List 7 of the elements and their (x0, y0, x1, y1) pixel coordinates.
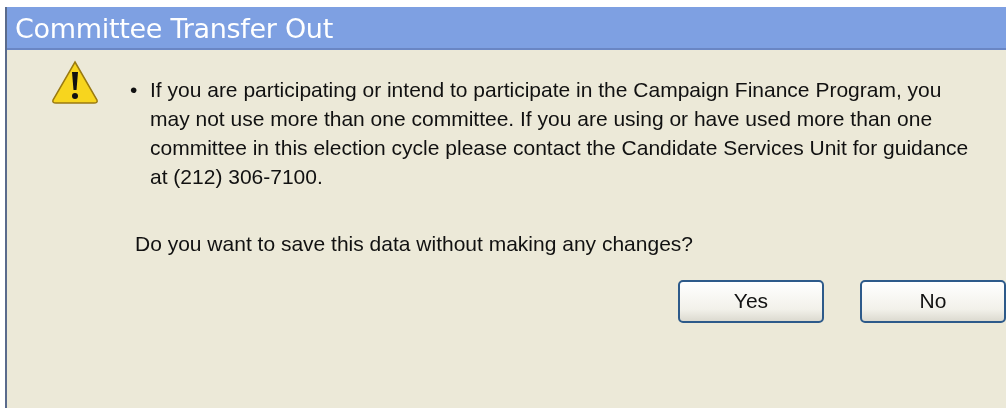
warning-icon (51, 60, 99, 104)
dialog-button[interactable]: Yes (678, 279, 824, 323)
window-title: Committee Transfer Out (7, 7, 1006, 50)
message-text: If you are participating or intend to participate in the Campaign Finance Program, you may not use more than one committee. If you are using or have used more than one committee in this election cycle please contact the Candidate Services Unit for guidance at (212) 306-7100. (150, 77, 970, 190)
bullet: • (130, 77, 139, 103)
dialog-button[interactable]: No (860, 279, 1006, 323)
question-text: Do you want to save this data without making any changes? (135, 231, 694, 257)
